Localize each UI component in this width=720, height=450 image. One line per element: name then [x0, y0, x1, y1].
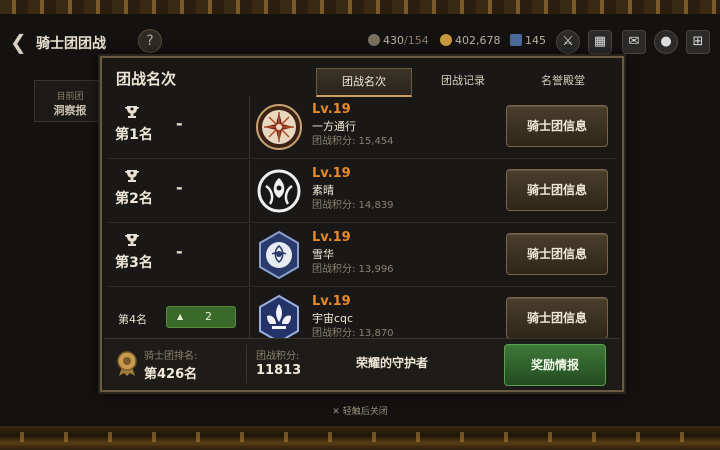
rank-label: 第2名 [115, 191, 153, 207]
screen-title: 骑士团团战 [36, 36, 106, 52]
rank-change: - [176, 178, 183, 197]
bottom-ornament-border [0, 426, 720, 450]
rank-change-badge: ▲ 2 [166, 306, 236, 328]
rank-up-arrow-icon: ▲ [177, 312, 184, 321]
guild-level: Lv.19 [312, 230, 351, 245]
tab-war-ranking[interactable]: 团战名次 [316, 68, 412, 97]
trophy-icon [125, 106, 139, 118]
my-score-label: 团战积分: [256, 351, 300, 362]
guild-emblem-swirl-icon [257, 169, 301, 213]
chat-icon[interactable]: ● [654, 30, 678, 54]
row-divider [249, 288, 250, 338]
rank-label: 第4名 [118, 313, 147, 326]
rank-change: - [176, 114, 183, 133]
mail-icon[interactable]: ✉ [622, 30, 646, 54]
row-divider [249, 224, 250, 286]
my-score-value: 11813 [256, 363, 302, 378]
row-separator [108, 286, 616, 287]
row-separator [108, 222, 616, 223]
top-ornament-border [0, 0, 720, 14]
guild-score: 团战积分: 13,870 [312, 328, 394, 338]
guild-info-button[interactable]: 骑士团信息 [506, 297, 608, 338]
summary-divider [246, 345, 247, 383]
help-button[interactable]: ? [138, 29, 162, 53]
side-info-tab[interactable]: 目前团 洞察报 [34, 80, 106, 122]
panel-tabs: 团战名次 团战记录 名誉殿堂 [316, 68, 616, 97]
guild-score: 团战积分: 15,454 [312, 136, 394, 147]
guild-score: 团战积分: 14,839 [312, 200, 394, 211]
guild-info-button[interactable]: 骑士团信息 [506, 169, 608, 211]
battle-swords-icon[interactable]: ⚔ [556, 30, 580, 54]
ranking-row: 第1名 - Lv.19 一方通行 团战积分: 15,454 骑士团信息 [108, 96, 616, 158]
stamina-resource: 430/154 [368, 34, 429, 47]
my-rank-label: 骑士团排名: [144, 351, 198, 362]
guild-info-button[interactable]: 骑士团信息 [506, 233, 608, 275]
medal-icon [117, 351, 137, 376]
rank-change: - [176, 242, 183, 261]
ranking-row: 第2名 - Lv.19 素晴 团战积分: 14,839 骑士团信息 [108, 160, 616, 222]
my-rank-value: 第426名 [144, 367, 198, 382]
rank-label: 第1名 [115, 127, 153, 143]
guild-level: Lv.19 [312, 166, 351, 181]
stamina-icon [368, 34, 380, 46]
ranking-panel: 团战名次 团战名次 团战记录 名誉殿堂 第1名 - Lv.19 一方通行 团战积… [100, 56, 624, 392]
gold-coin-icon [440, 34, 452, 46]
guild-hall-icon[interactable]: ▦ [588, 30, 612, 54]
guild-level: Lv.19 [312, 102, 351, 117]
panel-title: 团战名次 [116, 70, 177, 88]
my-guild-summary: 骑士团排名: 第426名 团战积分: 11813 荣耀的守护者 奖励情报 [104, 338, 620, 389]
guild-score: 团战积分: 13,996 [312, 264, 394, 275]
tap-to-close-hint[interactable]: ✕ 轻触后关闭 [0, 404, 720, 417]
rank-label: 第3名 [115, 255, 153, 271]
guild-emblem-fleur-icon [259, 294, 299, 338]
ranking-row: 第3名 - Lv.19 雪华 团战积分: 13,996 骑士团信息 [108, 224, 616, 286]
guild-level: Lv.19 [312, 294, 351, 309]
guild-info-button[interactable]: 骑士团信息 [506, 105, 608, 147]
honor-title: 荣耀的守护者 [356, 356, 429, 370]
row-divider [249, 96, 250, 158]
trophy-icon [125, 234, 139, 246]
top-bar: ❮ 骑士团团战 ? 430/154 402,678 145 ⚔ ▦ ✉ ● ⊞ [0, 28, 720, 56]
row-divider [249, 160, 250, 222]
side-tab-line2: 洞察报 [53, 104, 87, 117]
tab-war-record[interactable]: 团战记录 [416, 68, 510, 94]
tab-hall-of-fame[interactable]: 名誉殿堂 [516, 68, 610, 94]
guild-emblem-star-icon [256, 104, 302, 150]
ranking-row: 第4名 ▲ 2 Lv.19 宇宙cqc 团战积分: 13,870 骑士团信息 [108, 288, 616, 338]
row-separator [108, 158, 616, 159]
trophy-icon [125, 170, 139, 182]
menu-grid-icon[interactable]: ⊞ [686, 30, 710, 54]
crystal-resource: 145 [510, 34, 546, 47]
side-tab-line1: 目前团 [56, 92, 84, 102]
guild-emblem-rose-icon [259, 230, 299, 280]
gold-resource: 402,678 [440, 34, 501, 47]
reward-info-button[interactable]: 奖励情报 [504, 344, 606, 386]
rank-change-value: 2 [205, 310, 212, 323]
crystal-icon [510, 34, 522, 46]
back-button[interactable]: ❮ [10, 30, 27, 54]
